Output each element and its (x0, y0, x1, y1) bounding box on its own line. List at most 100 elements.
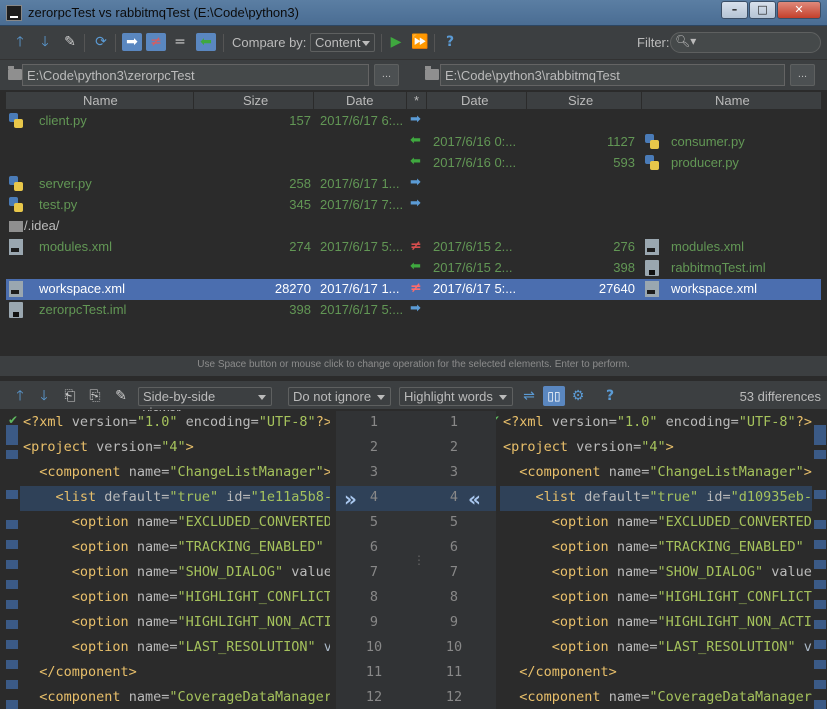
code-line[interactable]: <option name="LAST_RESOLUTION" val (500, 636, 812, 661)
change-marker[interactable] (6, 540, 18, 549)
show-right-only-icon[interactable]: ➡ (122, 33, 142, 51)
change-marker[interactable] (814, 580, 826, 589)
code-line[interactable]: <list default="true" id="1e11a5b8- (20, 486, 330, 511)
close-button[interactable]: ✕ (777, 1, 821, 19)
code-line[interactable]: <option name="SHOW_DIALOG" value=" (20, 561, 330, 586)
copy-right-arrow-icon[interactable]: ➡ (410, 175, 421, 190)
up-arrow-icon[interactable]: 🡑 (12, 34, 28, 50)
right-browse-button[interactable]: ... (790, 64, 815, 86)
show-equal-icon[interactable]: = (172, 34, 188, 50)
table-row[interactable]: ⬅ 2017/6/15 2... 398 rabbitmqTest.iml (6, 258, 821, 279)
table-row[interactable]: modules.xml 274 2017/6/17 5:... ≠ 2017/6/15 … (6, 237, 821, 258)
code-line[interactable]: <option name="TRACKING_ENABLED" va (20, 536, 330, 561)
change-marker[interactable] (6, 450, 18, 459)
filter-input[interactable]: 🔍︎▾ (670, 32, 821, 53)
code-line[interactable]: <option name="HIGHLIGHT_CONFLICTS" (20, 586, 330, 611)
refresh-icon[interactable]: ⟳ (93, 34, 109, 50)
table-row[interactable]: ⬅ 2017/6/16 0:... 593 producer.py (6, 153, 821, 174)
copy-left-arrow-icon[interactable]: ⬅ (410, 154, 421, 169)
minimize-button[interactable]: – (721, 1, 748, 19)
change-marker[interactable] (814, 450, 826, 459)
table-row[interactable]: zerorpcTest.iml 398 2017/6/17 5:... ➡ (6, 300, 821, 321)
prev-file-icon[interactable]: ⎗ (62, 388, 78, 404)
copy-right-arrow-icon[interactable]: ➡ (410, 196, 421, 211)
change-marker[interactable] (814, 560, 826, 569)
change-marker[interactable] (6, 580, 18, 589)
code-line[interactable]: <option name="HIGHLIGHT_NON_ACTIVE (20, 611, 330, 636)
change-marker[interactable] (814, 620, 826, 629)
code-line[interactable]: </component> (500, 661, 812, 686)
code-line[interactable]: <option name="HIGHLIGHT_CONFLICTS" (500, 586, 812, 611)
change-marker[interactable] (814, 640, 826, 649)
col-state[interactable]: * (414, 93, 419, 108)
change-marker[interactable] (814, 600, 826, 609)
table-row[interactable]: server.py 258 2017/6/17 1... ➡ (6, 174, 821, 195)
change-marker[interactable] (6, 640, 18, 649)
next-file-icon[interactable]: ⎘ (87, 388, 103, 404)
splitter-handle[interactable]: ⋮ (413, 553, 425, 567)
table-row[interactable]: workspace.xml 28270 2017/6/17 1... ≠ 2017/6/… (6, 279, 821, 300)
collapse-unchanged-icon[interactable]: ⇌ (521, 388, 537, 404)
code-line[interactable]: <component name="ChangeListManager"> (20, 461, 330, 486)
change-marker[interactable] (814, 540, 826, 549)
col-left-date[interactable]: Date (346, 93, 373, 108)
table-row[interactable]: client.py 157 2017/6/17 6:... ➡ (6, 111, 821, 132)
change-marker[interactable] (6, 600, 18, 609)
code-line[interactable]: <component name="ChangeListManager"> (500, 461, 812, 486)
not-equal-icon[interactable]: ≠ (410, 280, 422, 296)
maximize-button[interactable]: □ (749, 1, 776, 19)
run-all-icon[interactable]: ⏩ (410, 34, 430, 50)
col-right-size[interactable]: Size (568, 93, 593, 108)
left-editor[interactable]: <?xml version="1.0" encoding="UTF-8"?> <p… (20, 411, 330, 709)
show-different-icon[interactable]: ≠ (146, 33, 166, 51)
col-right-date[interactable]: Date (461, 93, 488, 108)
sync-scroll-icon[interactable]: ▯▯ (543, 386, 565, 406)
next-diff-icon[interactable]: 🡓 (36, 388, 52, 404)
show-left-only-icon[interactable]: ⬅ (196, 33, 216, 51)
code-line[interactable]: <component name="CoverageDataManager (500, 686, 812, 709)
code-line[interactable]: <component name="CoverageDataManager (20, 686, 330, 709)
col-left-size[interactable]: Size (243, 93, 268, 108)
code-line[interactable]: <option name="EXCLUDED_CONVERTED_T (20, 511, 330, 536)
compare-by-dropdown[interactable]: Content (310, 33, 375, 52)
edit-icon[interactable]: ✎ (62, 34, 78, 50)
table-row[interactable]: test.py 345 2017/6/17 7:... ➡ (6, 195, 821, 216)
apply-right-icon[interactable]: » (344, 487, 357, 511)
code-line[interactable]: <option name="LAST_RESOLUTION" val (20, 636, 330, 661)
change-marker[interactable] (814, 425, 826, 445)
change-marker[interactable] (6, 560, 18, 569)
code-line[interactable]: <list default="true" id="d10935eb- (500, 486, 812, 511)
change-marker[interactable] (6, 620, 18, 629)
right-editor[interactable]: <?xml version="1.0" encoding="UTF-8"?> <p… (500, 411, 812, 709)
copy-left-arrow-icon[interactable]: ⬅ (410, 133, 421, 148)
table-row[interactable]: /.idea/ (6, 216, 821, 237)
left-path-field[interactable]: E:\Code\python3\zerorpcTest (22, 64, 369, 86)
code-line[interactable]: <?xml version="1.0" encoding="UTF-8"?> (20, 411, 330, 436)
help-icon[interactable]: ? (442, 34, 458, 50)
code-line[interactable]: <option name="TRACKING_ENABLED" va (500, 536, 812, 561)
col-left-name[interactable]: Name (83, 93, 118, 108)
viewer-mode-dropdown[interactable]: Side-by-side viewer (138, 387, 272, 420)
change-marker[interactable] (814, 490, 826, 499)
change-marker[interactable] (6, 700, 18, 709)
change-marker[interactable] (814, 680, 826, 689)
prev-diff-icon[interactable]: 🡑 (12, 388, 28, 404)
copy-left-arrow-icon[interactable]: ⬅ (410, 259, 421, 274)
code-line[interactable]: <project version="4"> (500, 436, 812, 461)
change-marker[interactable] (6, 680, 18, 689)
code-line[interactable]: <option name="HIGHLIGHT_NON_ACTIVE (500, 611, 812, 636)
col-right-name[interactable]: Name (715, 93, 750, 108)
change-marker[interactable] (814, 520, 826, 529)
right-path-field[interactable]: E:\Code\python3\rabbitmqTest (440, 64, 785, 86)
code-line[interactable]: <option name="SHOW_DIALOG" value=" (500, 561, 812, 586)
apply-left-icon[interactable]: « (468, 487, 481, 511)
copy-right-arrow-icon[interactable]: ➡ (410, 112, 421, 127)
change-marker[interactable] (6, 490, 18, 499)
code-line[interactable]: </component> (20, 661, 330, 686)
table-row[interactable]: ⬅ 2017/6/16 0:... 1127 consumer.py (6, 132, 821, 153)
left-browse-button[interactable]: ... (374, 64, 399, 86)
change-marker[interactable] (6, 520, 18, 529)
highlight-mode-dropdown[interactable]: Highlight words (399, 387, 513, 406)
not-equal-icon[interactable]: ≠ (410, 238, 422, 254)
edit-source-icon[interactable]: ✎ (113, 388, 129, 404)
